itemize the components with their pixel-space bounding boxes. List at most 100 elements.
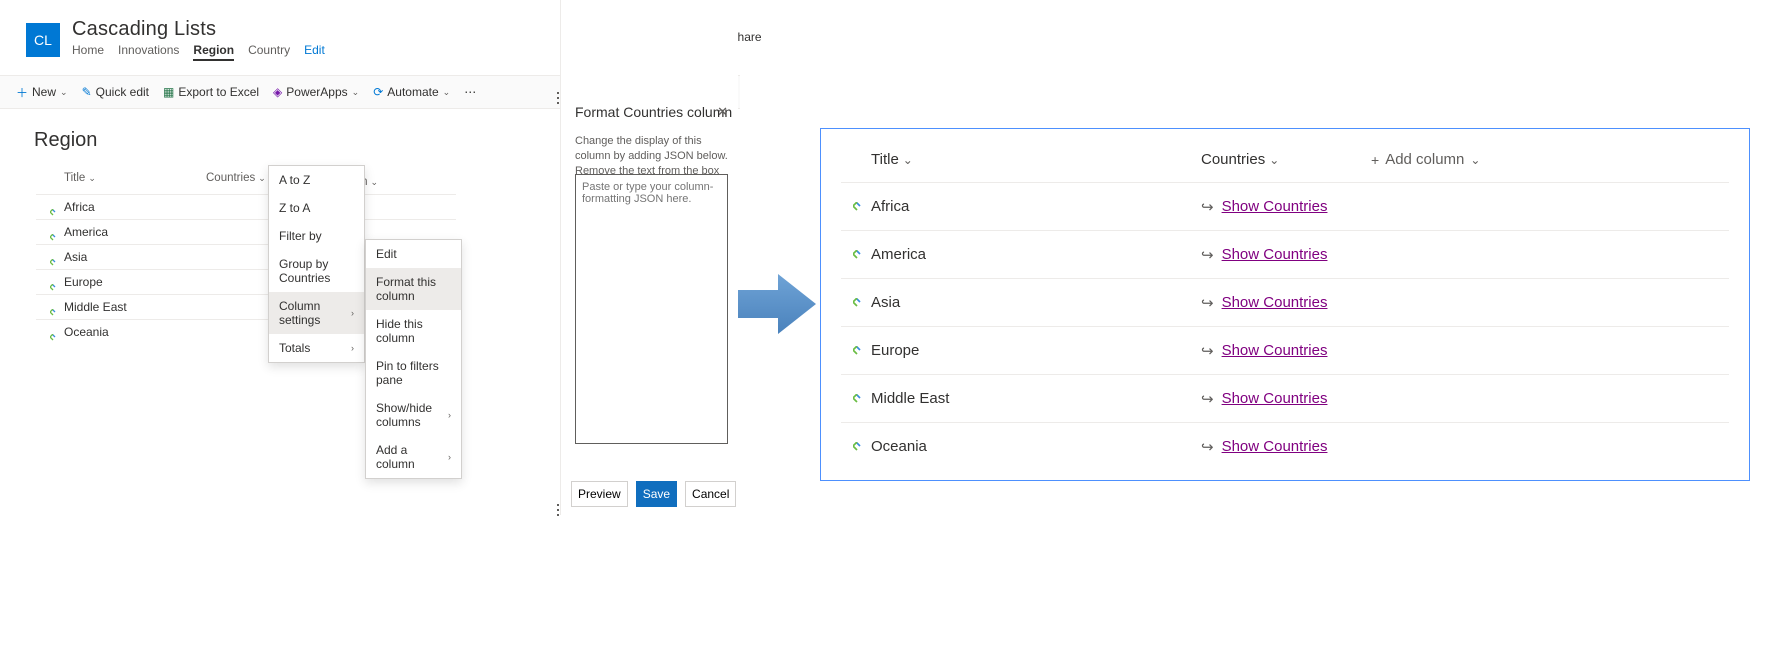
result-row[interactable]: Europe ↪ Show Countries	[841, 326, 1729, 374]
chevron-down-icon: ⌄	[903, 153, 913, 167]
result-row-title: Oceania	[871, 438, 927, 455]
menu-item[interactable]: Column settings›	[269, 292, 364, 334]
row-title: Middle East	[64, 300, 127, 314]
menu-item[interactable]: Filter by	[269, 222, 364, 250]
chevron-down-icon: ⌄	[88, 173, 96, 183]
result-list: Title⌄ Countries⌄ +Add column⌄ Africa ↪ Sh…	[820, 128, 1750, 481]
chevron-down-icon: ⌄	[60, 87, 68, 98]
quick-edit-button[interactable]: ✎Quick edit	[82, 85, 149, 99]
result-column-add[interactable]: +Add column⌄	[1371, 151, 1729, 168]
result-column-countries[interactable]: Countries⌄	[1201, 151, 1371, 168]
chevron-down-icon: ⌄	[352, 87, 360, 98]
nav-innovations[interactable]: Innovations	[118, 43, 179, 61]
menu-item[interactable]: Group by Countries	[269, 250, 364, 292]
arrow-right-icon: ↪	[1201, 246, 1214, 264]
submenu-item[interactable]: Show/hide columns›	[366, 394, 461, 436]
plus-icon: ＋	[16, 84, 28, 101]
save-button[interactable]: Save	[636, 481, 677, 507]
result-row[interactable]: Africa ↪ Show Countries	[841, 182, 1729, 230]
chevron-down-icon: ⌄	[1269, 153, 1279, 167]
result-header: Title⌄ Countries⌄ +Add column⌄	[841, 143, 1729, 182]
result-row-title: Africa	[871, 198, 909, 215]
chevron-down-icon: ⌄	[370, 177, 378, 187]
chevron-right-icon: ›	[351, 308, 354, 318]
new-item-icon	[50, 307, 58, 315]
column-header-title[interactable]: Title⌄	[36, 172, 206, 188]
ellipsis-icon: ⋯	[464, 85, 476, 99]
show-countries-link[interactable]: Show Countries	[1222, 342, 1328, 359]
arrow-right-icon: ↪	[1201, 342, 1214, 360]
cancel-button[interactable]: Cancel	[685, 481, 736, 507]
result-row-title: Europe	[871, 342, 919, 359]
column-settings-submenu: EditFormat this columnHide this columnPi…	[365, 239, 462, 479]
result-row[interactable]: America ↪ Show Countries	[841, 230, 1729, 278]
panel-title: Format Countries column	[575, 104, 732, 120]
show-countries-link[interactable]: Show Countries	[1222, 246, 1328, 263]
panel-resize-handle[interactable]	[555, 68, 561, 128]
format-column-panel: Format Countries column ✕ Change the dis…	[560, 0, 738, 515]
arrow-right-icon: ↪	[1201, 438, 1214, 456]
new-item-icon	[50, 207, 58, 215]
chevron-down-icon: ⌄	[1470, 153, 1480, 167]
menu-item[interactable]: Z to A	[269, 194, 364, 222]
export-excel-button[interactable]: ▦Export to Excel	[163, 85, 259, 99]
new-item-icon	[853, 202, 866, 219]
list-header: Title⌄ Countries⌄ + Add column⌄	[36, 166, 456, 194]
submenu-item[interactable]: Format this column	[366, 268, 461, 310]
row-title: Asia	[64, 250, 87, 264]
chevron-down-icon: ⌄	[443, 87, 451, 98]
submenu-item[interactable]: Hide this column	[366, 310, 461, 352]
new-item-icon	[50, 232, 58, 240]
show-countries-link[interactable]: Show Countries	[1222, 294, 1328, 311]
new-item-icon	[853, 346, 866, 363]
chevron-right-icon: ›	[351, 343, 354, 353]
new-item-icon	[50, 282, 58, 290]
show-countries-link[interactable]: Show Countries	[1222, 438, 1328, 455]
row-title: Oceania	[64, 325, 109, 339]
site-nav: Home Innovations Region Country Edit	[72, 43, 325, 61]
result-row-title: America	[871, 246, 926, 263]
preview-button[interactable]: Preview	[571, 481, 628, 507]
new-button[interactable]: ＋New⌄	[16, 84, 68, 101]
nav-region[interactable]: Region	[193, 43, 234, 61]
nav-country[interactable]: Country	[248, 43, 290, 61]
result-column-title[interactable]: Title⌄	[871, 151, 1201, 168]
close-icon[interactable]: ✕	[717, 104, 728, 120]
row-title: America	[64, 225, 108, 239]
plus-icon: +	[1371, 152, 1379, 168]
nav-home[interactable]: Home	[72, 43, 104, 61]
chevron-right-icon: ›	[448, 452, 451, 462]
menu-item[interactable]: A to Z	[269, 166, 364, 194]
list-row[interactable]: Africa	[36, 194, 456, 219]
new-item-icon	[853, 442, 866, 459]
arrow-right-icon: ↪	[1201, 198, 1214, 216]
automate-button[interactable]: ⟳Automate⌄	[373, 85, 450, 99]
show-countries-link[interactable]: Show Countries	[1222, 390, 1328, 407]
result-row[interactable]: Middle East↪Show Countries	[841, 374, 1729, 422]
submenu-item[interactable]: Add a column›	[366, 436, 461, 478]
chevron-down-icon: ⌄	[258, 173, 266, 183]
nav-edit[interactable]: Edit	[304, 43, 325, 61]
new-item-icon	[853, 250, 866, 267]
submenu-item[interactable]: Pin to filters pane	[366, 352, 461, 394]
json-textarea[interactable]	[575, 174, 728, 444]
result-row-title: Middle East	[871, 390, 949, 407]
powerapps-button[interactable]: ◈PowerApps⌄	[273, 85, 359, 99]
more-button[interactable]: ⋯	[464, 85, 476, 99]
panel-resize-handle[interactable]	[555, 480, 561, 540]
edit-icon: ✎	[82, 85, 92, 99]
result-row[interactable]: Oceania ↪ Show Countries	[841, 422, 1729, 470]
row-title: Europe	[64, 275, 103, 289]
submenu-item[interactable]: Edit	[366, 240, 461, 268]
new-item-icon	[853, 394, 866, 411]
menu-item[interactable]: Totals›	[269, 334, 364, 362]
panel-buttons: Preview Save Cancel	[571, 481, 728, 507]
show-countries-link[interactable]: Show Countries	[1222, 198, 1328, 215]
powerapps-icon: ◈	[273, 85, 282, 99]
site-logo[interactable]: CL	[26, 23, 60, 57]
result-row[interactable]: Asia↪Show Countries	[841, 278, 1729, 326]
new-item-icon	[853, 298, 866, 315]
flow-icon: ⟳	[373, 85, 383, 99]
column-context-menu: A to ZZ to AFilter byGroup by CountriesC…	[268, 165, 365, 363]
new-item-icon	[50, 257, 58, 265]
